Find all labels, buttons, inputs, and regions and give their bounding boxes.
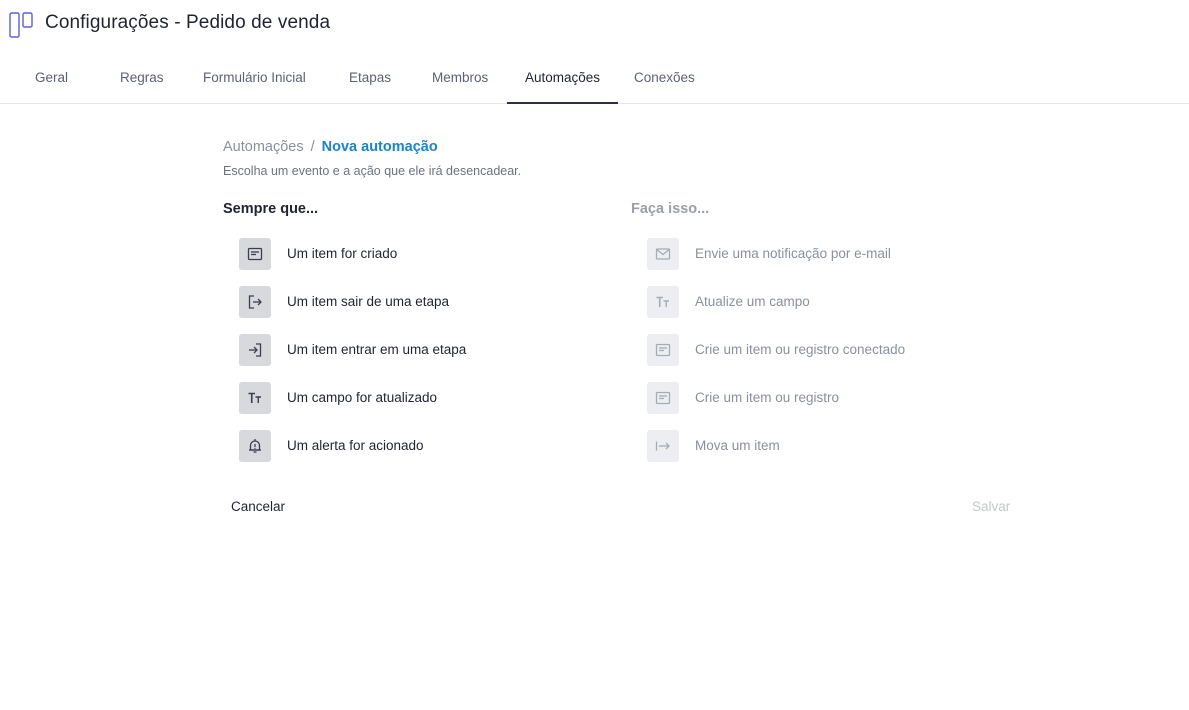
action-label: Envie uma notificação por e-mail [695, 246, 891, 261]
action-send-email: Envie uma notificação por e-mail [647, 238, 1007, 270]
trigger-item-leaves-stage[interactable]: Um item sair de uma etapa [239, 286, 599, 318]
tab-regras[interactable]: Regras [120, 54, 164, 103]
tab-formulario-inicial[interactable]: Formulário Inicial [203, 54, 306, 103]
trigger-item-created[interactable]: Um item for criado [239, 238, 599, 270]
page-title: Configurações - Pedido de venda [45, 12, 331, 33]
board-logo-icon [9, 12, 33, 38]
action-update-field: Atualize um campo [647, 286, 1007, 318]
action-create-connected-item: Crie um item ou registro conectado [647, 334, 1007, 366]
trigger-label: Um item sair de uma etapa [287, 294, 450, 309]
settings-tabs: Geral Regras Formulário Inicial Etapas M… [0, 54, 1189, 104]
action-create-item: Crie um item ou registro [647, 382, 1007, 414]
trigger-label: Um alerta for acionado [287, 438, 424, 453]
action-move-item: Mova um item [647, 430, 1007, 462]
trigger-label: Um campo for atualizado [287, 390, 438, 405]
trigger-alert-fired[interactable]: Um alerta for acionado [239, 430, 599, 462]
breadcrumb-current: Nova automação [321, 139, 438, 155]
actions-heading: Faça isso... [631, 201, 710, 217]
trigger-label: Um item entrar em uma etapa [287, 342, 467, 357]
tab-geral[interactable]: Geral [35, 54, 68, 103]
trigger-field-updated[interactable]: Um campo for atualizado [239, 382, 599, 414]
action-label: Mova um item [695, 438, 780, 453]
tab-conexoes[interactable]: Conexões [634, 54, 695, 103]
save-button[interactable]: Salvar [972, 496, 1010, 518]
breadcrumb-separator: / [310, 139, 315, 155]
card-icon [247, 247, 263, 261]
app-header: Configurações - Pedido de venda [0, 0, 1189, 50]
card-icon [655, 343, 671, 357]
mail-icon [655, 248, 671, 260]
page-subtitle: Escolha um evento e a ação que ele irá d… [223, 164, 522, 178]
move-icon [655, 441, 670, 451]
trigger-item-enters-stage[interactable]: Um item entrar em uma etapa [239, 334, 599, 366]
alert-bell-icon [249, 439, 261, 453]
cancel-button[interactable]: Cancelar [231, 496, 285, 518]
exit-icon [248, 295, 262, 309]
action-label: Crie um item ou registro [695, 390, 840, 405]
tab-etapas[interactable]: Etapas [349, 54, 391, 103]
action-label: Crie um item ou registro conectado [695, 342, 906, 357]
card-icon [655, 391, 671, 405]
text-field-icon [656, 296, 669, 307]
breadcrumb: Automações / Nova automação [223, 139, 438, 155]
text-field-icon [248, 392, 261, 403]
tab-membros[interactable]: Membros [432, 54, 488, 103]
tab-automacoes[interactable]: Automações [507, 54, 618, 104]
triggers-heading: Sempre que... [223, 201, 319, 217]
enter-icon [249, 343, 262, 357]
breadcrumb-automacoes-link[interactable]: Automações [223, 139, 304, 155]
action-label: Atualize um campo [695, 294, 810, 309]
trigger-label: Um item for criado [287, 246, 398, 261]
